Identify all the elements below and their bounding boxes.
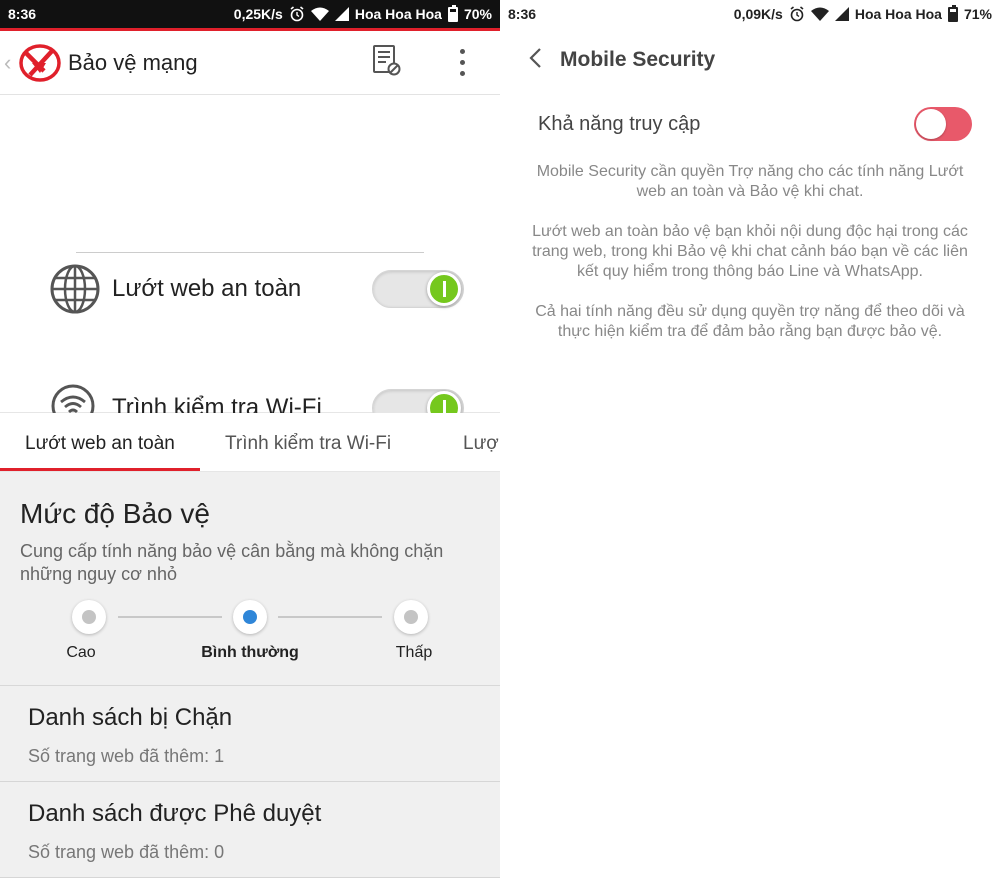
- level-normal-label: Bình thường: [201, 644, 299, 661]
- accessibility-label: Khả năng truy cập: [538, 112, 701, 135]
- carrier-name: Hoa Hoa Hoa: [854, 6, 942, 22]
- log-icon: [370, 44, 402, 81]
- list-subtitle: Số trang web đã thêm: 1: [28, 746, 225, 766]
- level-low-dot[interactable]: [394, 600, 428, 634]
- info-paragraph-2: Lướt web an toàn bảo vệ bạn khỏi nội dun…: [532, 223, 968, 280]
- tab-wifi-checker[interactable]: Trình kiểm tra Wi-Fi: [200, 413, 438, 471]
- safe-browsing-toggle[interactable]: [372, 270, 464, 308]
- kebab-menu-icon: [459, 49, 465, 76]
- more-options-button[interactable]: [424, 31, 500, 95]
- status-time: 8:36: [8, 6, 37, 22]
- alarm-icon: [289, 6, 305, 22]
- signal-icon: [834, 7, 849, 21]
- page-title: Mobile Security: [560, 48, 716, 71]
- accessibility-row: Khả năng truy cập: [500, 94, 1000, 154]
- signal-icon: [334, 7, 349, 21]
- settings-toolbar: Mobile Security: [500, 28, 1000, 92]
- feature-row-safe-browsing: Lướt web an toàn: [48, 259, 464, 319]
- wifi-icon: [810, 7, 829, 21]
- back-chevron-icon[interactable]: ‹: [4, 50, 18, 76]
- level-high-label: Cao: [66, 644, 96, 661]
- info-paragraph-3: Cả hai tính năng đều sử dụng quyền trợ n…: [535, 303, 965, 340]
- info-paragraph-1: Mobile Security cần quyền Trợ năng cho c…: [536, 163, 964, 200]
- accessibility-toggle[interactable]: [914, 107, 972, 141]
- list-title: Danh sách bị Chặn: [28, 704, 233, 731]
- back-arrow-icon: [526, 46, 546, 75]
- status-bar: 8:36 0,25K/s Hoa Hoa Hoa 70%: [0, 0, 500, 31]
- right-screen: 8:36 0,09K/s Hoa Hoa Hoa 71% Mobile Secu…: [500, 0, 1000, 889]
- approved-list-item[interactable]: Danh sách được Phê duyệt Số trang web đã…: [0, 782, 500, 878]
- list-title: Danh sách được Phê duyệt: [28, 800, 322, 827]
- slider-track: [278, 616, 382, 618]
- tab-bar: Lướt web an toàn Trình kiểm tra Wi-Fi Lư…: [0, 413, 500, 472]
- blocked-list-item[interactable]: Danh sách bị Chặn Số trang web đã thêm: …: [0, 686, 500, 782]
- tab-safe-browsing[interactable]: Lướt web an toàn: [0, 413, 200, 471]
- back-button[interactable]: [516, 40, 556, 80]
- carrier-name: Hoa Hoa Hoa: [354, 6, 442, 22]
- status-bar: 8:36 0,09K/s Hoa Hoa Hoa 71%: [500, 0, 1000, 28]
- tab-more[interactable]: Lượ: [438, 413, 500, 471]
- feature-label: Lướt web an toàn: [112, 275, 302, 302]
- blocked-log-button[interactable]: [348, 31, 424, 95]
- alarm-icon: [789, 6, 805, 22]
- network-speed: 0,25K/s: [233, 6, 283, 22]
- section-title: Mức độ Bảo vệ: [20, 498, 210, 529]
- battery-icon: [447, 4, 458, 22]
- battery-icon: [947, 4, 958, 22]
- list-subtitle: Số trang web đã thêm: 0: [28, 842, 225, 862]
- status-time: 8:36: [508, 6, 537, 22]
- app-toolbar: ‹ Bảo vệ mạng: [0, 31, 500, 95]
- network-speed: 0,09K/s: [733, 6, 783, 22]
- feature-toggles: Lướt web an toàn Trình kiểm tra Wi-Fi: [0, 95, 500, 434]
- slider-track: [118, 616, 222, 618]
- battery-level: 71%: [963, 6, 992, 22]
- wifi-icon: [310, 7, 329, 21]
- section-description: Cung cấp tính năng bảo vệ cân bằng mà kh…: [20, 541, 444, 584]
- trend-micro-logo[interactable]: [18, 41, 62, 85]
- left-screen: 8:36 0,25K/s Hoa Hoa Hoa 70% ‹ Bảo vệ mạ…: [0, 0, 500, 889]
- battery-level: 70%: [463, 6, 492, 22]
- protection-level-slider[interactable]: Cao Bình thường Thấp: [20, 596, 480, 666]
- protection-level-section: Mức độ Bảo vệ Cung cấp tính năng bảo vệ …: [0, 472, 500, 686]
- page-title: Bảo vệ mạng: [68, 49, 198, 75]
- level-low-label: Thấp: [395, 644, 433, 661]
- divider: [76, 252, 424, 253]
- level-high-dot[interactable]: [72, 600, 106, 634]
- level-normal-dot[interactable]: [233, 600, 267, 634]
- globe-icon: [48, 262, 102, 316]
